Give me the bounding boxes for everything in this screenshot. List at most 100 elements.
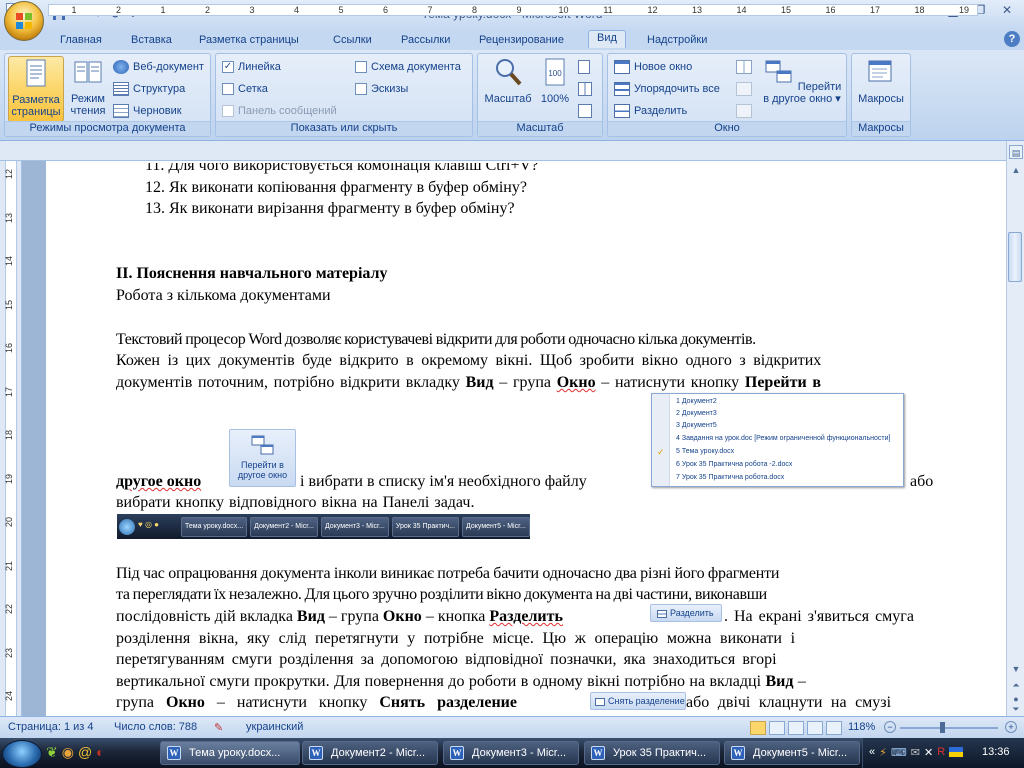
view-side-by-side-button[interactable] (736, 58, 752, 76)
text-run: документів поточним, потрібно відкрити в… (116, 374, 466, 391)
text-run: або двічі клацнути на смузі (686, 694, 892, 711)
zoom-group: Масштаб 100 100% Масштаб (477, 53, 603, 137)
ruler-mark: 2 (115, 5, 121, 15)
macros-button[interactable]: Макросы (854, 56, 908, 122)
split-button[interactable]: Разделить (614, 102, 687, 120)
tab-references[interactable]: Ссылки (333, 32, 372, 50)
tab-addins[interactable]: Надстройки (647, 32, 707, 50)
switch-window-image-label: Перейти в другое окно (237, 460, 288, 480)
page-width-button[interactable] (578, 102, 592, 120)
language[interactable]: украинский (246, 721, 303, 733)
volume-icon[interactable]: ✕ (924, 746, 933, 759)
print-layout-icon (26, 59, 46, 87)
keyboard-icon[interactable]: ⌨ (891, 746, 907, 759)
taskbar-image-item: Документ3 - Micr... (320, 516, 389, 537)
new-window-button[interactable]: Новое окно (614, 58, 692, 76)
start-button[interactable] (2, 740, 42, 768)
help-icon[interactable]: ? (1004, 31, 1020, 47)
previous-page-icon[interactable]: ⏶ (1009, 678, 1023, 692)
taskbar-item[interactable]: W Документ5 - Micr... (724, 741, 860, 765)
tab-home[interactable]: Главная (60, 32, 102, 50)
arrange-all-button[interactable]: Упорядочить все (614, 80, 720, 98)
zoom-slider[interactable] (900, 727, 998, 729)
app-icon[interactable]: ◐ (96, 744, 104, 761)
print-layout-button[interactable]: Разметка страницы (8, 56, 64, 122)
zoom-level[interactable]: 118% (848, 721, 875, 733)
check-icon: ✓ (222, 61, 234, 73)
chevron-left-icon[interactable]: « (869, 746, 875, 759)
word-count[interactable]: Число слов: 788 (114, 721, 197, 733)
vertical-ruler-mark: 24 (4, 691, 14, 702)
tab-review[interactable]: Рецензирование (479, 32, 564, 50)
taskbar-item[interactable]: W Документ2 - Micr... (302, 741, 438, 765)
web-layout-button[interactable]: Веб-документ (113, 58, 204, 76)
one-page-button[interactable] (578, 58, 590, 76)
taskbar-item[interactable]: W Урок 35 Практич... (584, 741, 720, 765)
magnifier-icon (496, 59, 522, 86)
gridlines-checkbox[interactable]: Сетка (222, 80, 268, 98)
browser-icon[interactable]: ◉ (62, 744, 74, 761)
scroll-up-icon[interactable]: ▲ (1009, 163, 1023, 177)
switch-window-image: Перейти в другое окно (229, 429, 296, 487)
ukraine-flag-icon[interactable] (949, 747, 964, 757)
scroll-thumb[interactable] (1008, 232, 1022, 282)
zoom-group-label: Масштаб (478, 121, 602, 136)
remove-split-image: Снять разделение (590, 692, 686, 710)
horizontal-ruler[interactable] (0, 141, 1024, 161)
clock[interactable]: 13:36 (982, 746, 1010, 758)
ruler-marks: 1 2 1 2 3 4 5 6 7 8 9 10 11 12 13 14 15 16 17 18 19 (48, 4, 978, 16)
next-page-icon[interactable]: ⏷ (1009, 702, 1023, 714)
antivirus-icon[interactable]: R (937, 746, 945, 759)
taskbar-item[interactable]: W Документ3 - Micr... (443, 741, 579, 765)
proofing-icon[interactable]: ✎ (214, 721, 228, 734)
document-map-checkbox[interactable]: Схема документа (355, 58, 461, 76)
quick-launch: ❦ ◉ @ ◐ (46, 744, 105, 761)
ribbon-tabs: Главная Вставка Разметка страницы Ссылки… (0, 30, 1024, 50)
thumbnails-checkbox[interactable]: Эскизы (355, 80, 408, 98)
switch-windows-button[interactable]: Перейти в другое окно ▾ (762, 56, 842, 122)
view-ruler-icon[interactable]: ▤ (1009, 145, 1023, 159)
outline-view-icon[interactable] (807, 721, 823, 735)
tab-view[interactable]: Вид (588, 30, 626, 48)
taskbar-image-item: Документ5 - Micr... (462, 516, 530, 537)
full-screen-view-icon[interactable] (769, 721, 785, 735)
macros-label: Макросы (858, 93, 904, 105)
bold-run: Вид (296, 608, 325, 625)
draft-view-icon[interactable] (826, 721, 842, 735)
zoom-slider-thumb[interactable] (940, 722, 945, 733)
ruler-mark: 1 (160, 5, 166, 15)
zoom-in-icon[interactable]: + (1005, 721, 1017, 733)
taskbar-item[interactable]: W Тема уроку.docx... (160, 741, 300, 765)
draft-button[interactable]: Черновик (113, 102, 182, 120)
paragraph-line: вертикальної смуги прокрутки. Для поверн… (116, 671, 806, 693)
tab-page-layout[interactable]: Разметка страницы (199, 32, 299, 50)
read-mode-button[interactable]: Режим чтения (66, 56, 110, 122)
two-pages-button[interactable] (578, 80, 592, 98)
vertical-ruler-mark: 16 (4, 343, 14, 354)
office-button[interactable] (4, 1, 44, 41)
butterfly-icon[interactable]: ❦ (46, 744, 58, 761)
zoom-out-icon[interactable]: − (884, 721, 896, 733)
print-layout-view-icon[interactable] (750, 721, 766, 735)
network-icon[interactable]: ✉ (911, 746, 920, 759)
checkbox-icon (355, 61, 367, 73)
zoom-100-button[interactable]: 100 100% (536, 56, 574, 122)
vertical-ruler-mark: 14 (4, 256, 14, 267)
close-button[interactable]: ✕ (994, 1, 1020, 19)
taskbar-item-label: Тема уроку.docx... (189, 747, 281, 759)
scroll-down-icon[interactable]: ▼ (1009, 662, 1023, 676)
vertical-scrollbar[interactable]: ▤ ▲ ▼ ⏶ ● ⏷ (1006, 141, 1024, 716)
tab-mailings[interactable]: Рассылки (401, 32, 450, 50)
paragraph-line: Кожен із цих документів буде відкрито в … (116, 352, 822, 369)
ruler-mark: 12 (647, 5, 658, 15)
power-icon[interactable]: ⚡ (879, 746, 887, 759)
mail-icon[interactable]: @ (78, 744, 92, 761)
zoom-button[interactable]: Масштаб (482, 56, 534, 122)
web-view-icon[interactable] (788, 721, 804, 735)
outline-button[interactable]: Структура (113, 80, 185, 98)
taskbar-item-label: Урок 35 Практич... (613, 747, 707, 759)
ruler-checkbox[interactable]: ✓ Линейка (222, 58, 281, 76)
page-count[interactable]: Страница: 1 из 4 (8, 721, 94, 733)
checkbox-icon (222, 83, 234, 95)
tab-insert[interactable]: Вставка (131, 32, 172, 50)
